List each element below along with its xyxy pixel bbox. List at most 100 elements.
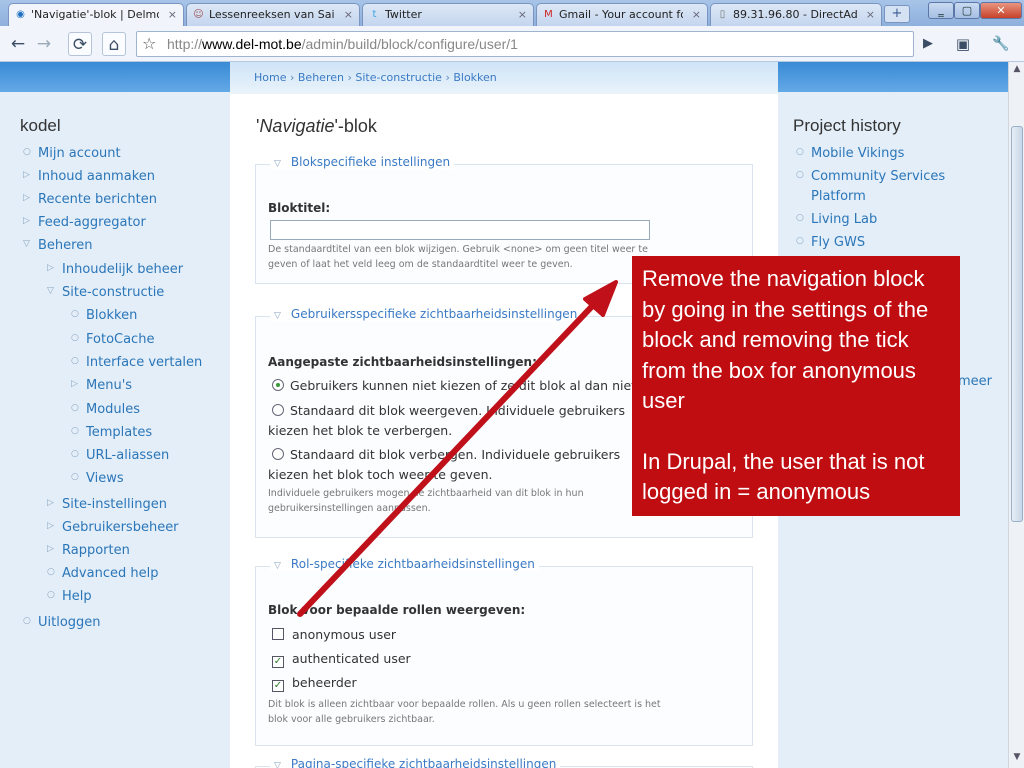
block-title-input[interactable] (270, 220, 650, 240)
fieldset-legend[interactable]: ▽ Rol-specifieke zichtbaarheidsinstelling… (270, 557, 539, 571)
forward-icon[interactable]: → (32, 32, 56, 56)
tab-navigatie-blok[interactable]: ◉ 'Navigatie'-blok | Delmot × (8, 3, 184, 26)
role-authenticated-user[interactable]: ✓ authenticated user (272, 651, 411, 668)
sidebar-item-8[interactable]: FotoCache (86, 332, 154, 347)
tab-close-icon[interactable]: × (692, 4, 701, 25)
custom-visibility-label: Aangepaste zichtbaarheidsinstellingen: (268, 355, 537, 369)
tab-twitter[interactable]: t Twitter × (362, 3, 534, 26)
home-icon[interactable]: ⌂ (102, 32, 126, 56)
bullet-icon: ○ (71, 426, 79, 436)
tab-strip: ◉ 'Navigatie'-blok | Delmot × ☺ Lessenre… (0, 0, 1024, 26)
page-menu-icon[interactable]: ▣ (948, 32, 978, 56)
bookmark-star-icon[interactable]: ☆ (142, 34, 156, 53)
collapsed-icon: ▷ (47, 498, 54, 508)
sidebar-item-12[interactable]: Templates (86, 425, 152, 440)
sidebar-item-4[interactable]: Beheren (38, 238, 92, 253)
sidebar-item-7[interactable]: Blokken (86, 308, 137, 323)
expanded-icon: ▽ (23, 239, 30, 249)
sidebar-item-19[interactable]: Help (62, 589, 92, 604)
window-close-button[interactable]: ✕ (980, 2, 1022, 19)
sidebar-item-11[interactable]: Modules (86, 402, 140, 417)
tab-label: Lessenreeksen van Sai... (209, 8, 335, 21)
bullet-icon: ○ (796, 213, 804, 223)
tab-close-icon[interactable]: × (866, 4, 875, 25)
sidebar-item-20[interactable]: Uitloggen (38, 615, 101, 630)
sidebar-item-18[interactable]: Advanced help (62, 566, 158, 581)
tab-directadmin[interactable]: ▯ 89.31.96.80 - DirectAd... × (710, 3, 882, 26)
sidebar-item-0[interactable]: Mijn account (38, 146, 121, 161)
project-history-title: Project history (793, 116, 901, 135)
maximize-button[interactable]: ▢ (954, 2, 980, 19)
bullet-icon: ○ (47, 567, 55, 577)
roles-description: Dit blok is alleen zichtbaar voor bepaal… (268, 699, 661, 725)
project-mobile-vikings[interactable]: Mobile Vikings (811, 146, 904, 161)
visibility-option-hide[interactable]: Standaard dit blok verbergen. Individuel… (272, 444, 620, 465)
address-bar[interactable]: ☆ http://www.del-mot.be/admin/build/bloc… (136, 31, 914, 57)
sidebar-item-13[interactable]: URL-aliassen (86, 448, 169, 463)
sidebar-item-17[interactable]: Rapporten (62, 543, 130, 558)
go-icon[interactable]: ▶ (916, 32, 940, 56)
tab-label: 'Navigatie'-blok | Delmot (31, 8, 159, 21)
back-icon[interactable]: ← (6, 32, 30, 56)
bullet-icon: ○ (796, 236, 804, 246)
radio[interactable] (272, 404, 284, 416)
breadcrumb-separator: › (347, 71, 352, 84)
wrench-icon[interactable]: 🔧 (984, 32, 1018, 56)
page-icon: ▯ (719, 9, 726, 20)
checkbox-unchecked[interactable] (272, 628, 284, 640)
scrollbar-thumb[interactable] (1011, 126, 1023, 522)
more-link[interactable]: meer (958, 374, 992, 389)
project-fly-gws[interactable]: Fly GWS (811, 235, 865, 250)
project-community-services[interactable]: Community Services (811, 169, 945, 184)
reload-icon[interactable]: ⟳ (68, 32, 92, 56)
breadcrumb-site-constructie[interactable]: Site-constructie (355, 71, 442, 84)
minimize-button[interactable]: ‗ (928, 2, 954, 19)
project-living-lab[interactable]: Living Lab (811, 212, 877, 227)
tab-close-icon[interactable]: × (344, 4, 353, 25)
sidebar-item-3[interactable]: Feed-aggregator (38, 215, 146, 230)
fieldset-legend[interactable]: ▽ Pagina-specifieke zichtbaarheidsinstell… (270, 757, 561, 768)
sidebar-item-2[interactable]: Recente berichten (38, 192, 157, 207)
collapsed-icon: ▷ (23, 216, 30, 226)
breadcrumb-separator: › (289, 71, 295, 84)
visibility-option-fixed[interactable]: Gebruikers kunnen niet kiezen of ze dit … (272, 375, 636, 396)
sidebar-item-15[interactable]: Site-instellingen (62, 497, 167, 512)
scroll-down-icon[interactable]: ▼ (1011, 752, 1023, 762)
annotation-callout: Remove the navigation block by going in … (632, 256, 960, 516)
breadcrumb-home[interactable]: Home (254, 71, 286, 84)
new-tab-button[interactable]: + (884, 5, 910, 23)
fieldset-role-visibility: ▽ Rol-specifieke zichtbaarheidsinstelling… (255, 557, 753, 746)
sidebar-item-14[interactable]: Views (86, 471, 124, 486)
twitter-icon: t (372, 9, 377, 20)
visibility-option-hide-cont: kiezen het blok toch weer te geven. (268, 467, 493, 482)
tab-lessenreeksen[interactable]: ☺ Lessenreeksen van Sai... × (186, 3, 360, 26)
url-text[interactable]: http://www.del-mot.be/admin/build/block/… (167, 36, 518, 52)
breadcrumb-beheren[interactable]: Beheren (298, 71, 344, 84)
project-platform[interactable]: Platform (811, 189, 866, 204)
sidebar-item-5[interactable]: Inhoudelijk beheer (62, 262, 183, 277)
role-anonymous-user[interactable]: anonymous user (272, 627, 396, 642)
sidebar-item-9[interactable]: Interface vertalen (86, 355, 202, 370)
visibility-option-show[interactable]: Standaard dit blok weergeven. Individuel… (272, 400, 625, 421)
breadcrumb-blokken[interactable]: Blokken (453, 71, 496, 84)
fieldset-legend[interactable]: ▽ Blokspecifieke instellingen (270, 155, 455, 169)
sidebar-item-10[interactable]: Menu's (86, 378, 132, 393)
sidebar-item-6[interactable]: Site-constructie (62, 285, 164, 300)
vertical-scrollbar[interactable]: ▲ ▼ (1008, 62, 1024, 768)
tab-close-icon[interactable]: × (168, 4, 177, 25)
fieldset-legend[interactable]: ▽ Gebruikersspecifieke zichtbaarheidsinst… (270, 307, 582, 321)
sidebar-item-16[interactable]: Gebruikersbeheer (62, 520, 179, 535)
bullet-icon: ○ (23, 147, 31, 157)
visibility-option-show-cont: kiezen het blok te verbergen. (268, 423, 453, 438)
radio-selected[interactable] (272, 379, 284, 391)
role-beheerder[interactable]: ✓ beheerder (272, 675, 357, 692)
tab-gmail[interactable]: M Gmail - Your account fo... × (536, 3, 708, 26)
checkbox-checked[interactable]: ✓ (272, 680, 284, 692)
sidebar-item-1[interactable]: Inhoud aanmaken (38, 169, 155, 184)
annotation-text-1: Remove the navigation block by going in … (642, 266, 929, 413)
tab-close-icon[interactable]: × (518, 4, 527, 25)
bullet-icon: ○ (71, 472, 79, 482)
checkbox-checked[interactable]: ✓ (272, 656, 284, 668)
scroll-up-icon[interactable]: ▲ (1011, 64, 1023, 74)
radio[interactable] (272, 448, 284, 460)
